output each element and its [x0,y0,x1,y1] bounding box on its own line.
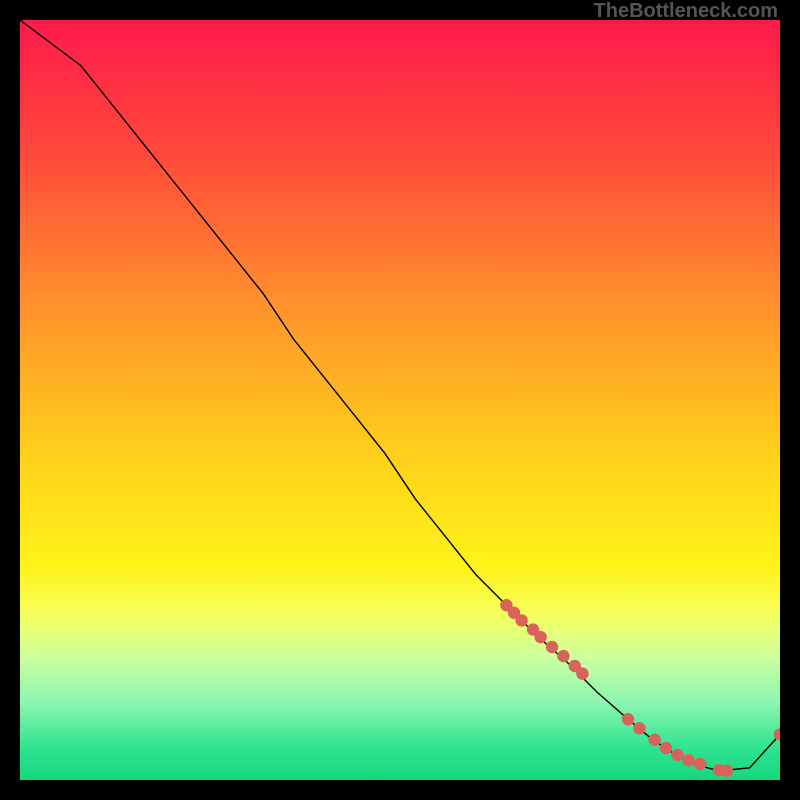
gradient-background [20,20,780,780]
marker-point [694,758,706,770]
marker-point [515,614,527,626]
marker-point [648,734,660,746]
marker-point [633,722,645,734]
marker-point [660,742,672,754]
plot-area [20,20,780,780]
marker-point [557,650,569,662]
chart-container: TheBottleneck.com [0,0,800,800]
marker-point [671,749,683,761]
marker-point [534,631,546,643]
watermark-text: TheBottleneck.com [594,0,778,23]
marker-point [546,641,558,653]
marker-point [576,667,588,679]
marker-point [683,754,695,766]
marker-point [622,713,634,725]
marker-point [721,765,733,777]
chart-svg [20,20,780,780]
